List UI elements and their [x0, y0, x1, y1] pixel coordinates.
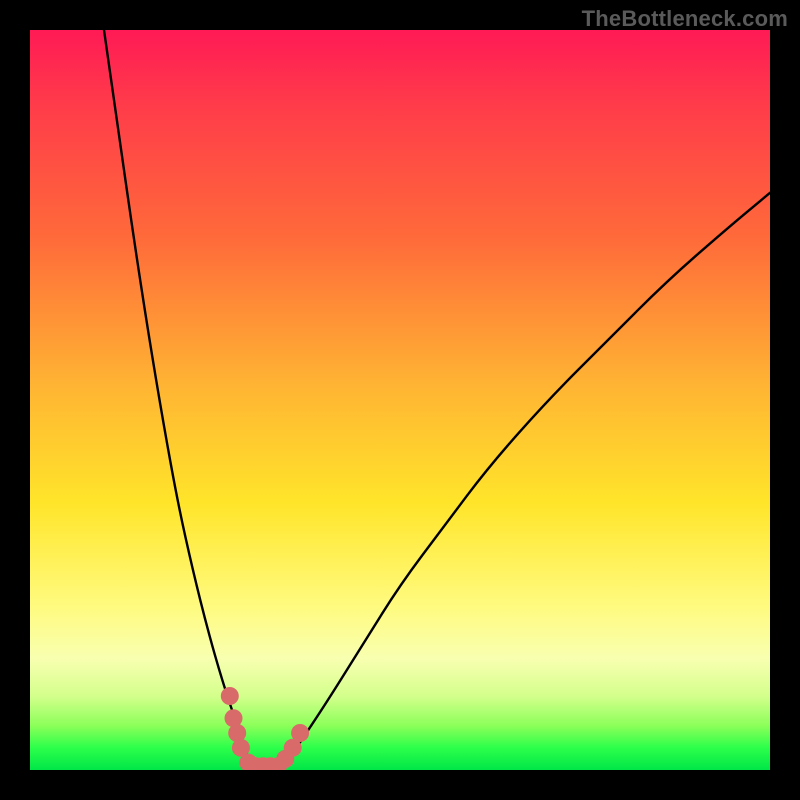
marker-dot: [221, 687, 239, 705]
chart-overlay: [30, 30, 770, 770]
valley-markers: [221, 687, 309, 770]
marker-dot: [291, 724, 309, 742]
right-curve: [282, 193, 770, 770]
plot-area: [30, 30, 770, 770]
chart-frame: TheBottleneck.com: [0, 0, 800, 800]
left-curve: [104, 30, 252, 770]
watermark-text: TheBottleneck.com: [582, 6, 788, 32]
